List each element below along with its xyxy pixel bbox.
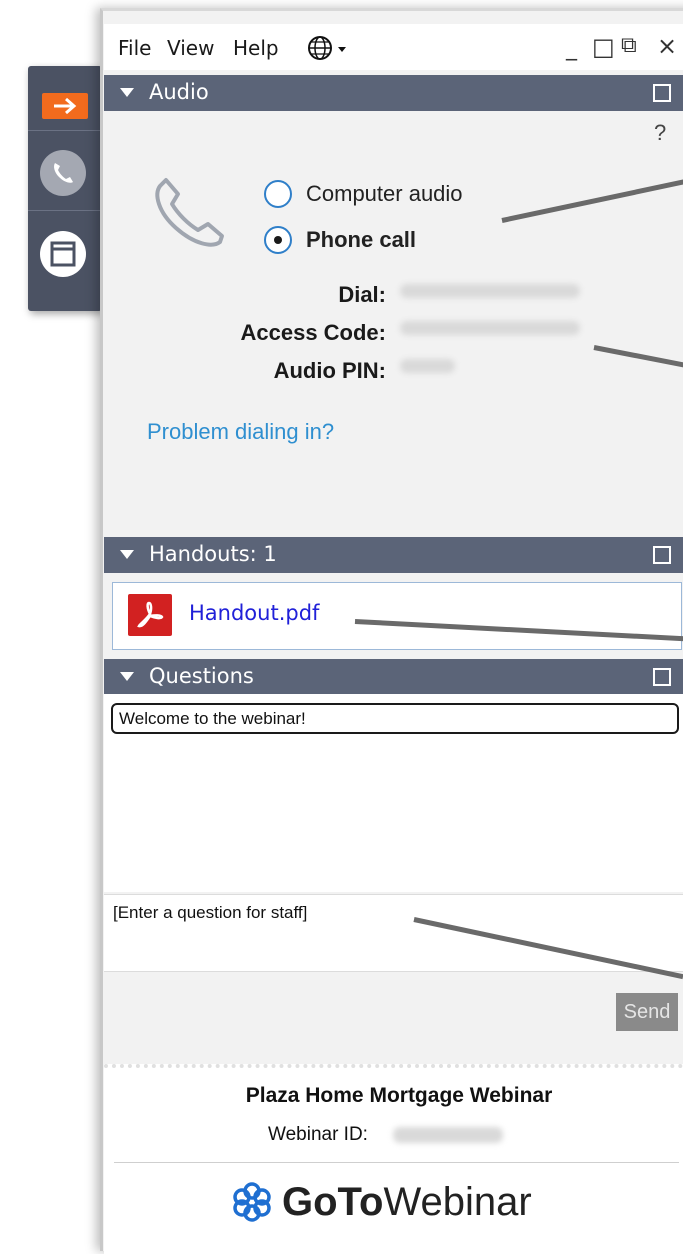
dial-label: Dial:: [338, 282, 386, 307]
audio-pin-redacted: [400, 359, 455, 373]
handout-file-link[interactable]: Handout.pdf: [189, 601, 319, 625]
collapse-triangle-icon: [120, 88, 134, 97]
computer-audio-label: Computer audio: [306, 181, 463, 206]
questions-section-title: Questions: [149, 664, 254, 688]
audio-pin-label: Audio PIN:: [273, 358, 386, 383]
problem-dialing-link[interactable]: Problem dialing in?: [147, 419, 334, 445]
language-dropdown[interactable]: [306, 34, 356, 67]
help-button[interactable]: ?: [654, 120, 666, 146]
brand-webinar: Webinar: [383, 1180, 532, 1224]
handouts-section-title: Handouts: 1: [149, 542, 277, 566]
phone-illustration: [150, 172, 230, 255]
webinar-id-label: Webinar ID:: [268, 1124, 368, 1145]
collapse-arrow-button[interactable]: [42, 93, 88, 119]
close-button[interactable]: ×: [657, 32, 677, 60]
webinar-title: Plaza Home Mortgage Webinar: [245, 1084, 553, 1107]
audio-section-title: Audio: [149, 80, 209, 104]
menu-view[interactable]: View: [167, 36, 214, 60]
window-icon: [50, 241, 76, 267]
phone-call-label: Phone call: [306, 227, 417, 252]
pdf-icon: [128, 594, 172, 636]
popout-icon[interactable]: [653, 668, 671, 686]
computer-audio-radio[interactable]: [264, 180, 292, 208]
gotowebinar-logo-mark: [230, 1180, 274, 1229]
questions-section-header[interactable]: Questions: [104, 659, 683, 695]
audio-toolbar-button[interactable]: [40, 150, 86, 196]
access-code-label: Access Code:: [240, 320, 386, 345]
handouts-section-header[interactable]: Handouts: 1: [104, 537, 683, 573]
phone-icon: [54, 163, 73, 183]
toolbar-divider: [28, 210, 102, 211]
collapse-triangle-icon: [120, 672, 134, 681]
phone-call-radio[interactable]: [264, 226, 292, 254]
menu-file[interactable]: File: [118, 36, 151, 60]
access-code-redacted: [400, 321, 580, 335]
arrow-right-icon: [54, 97, 77, 115]
question-input-placeholder: [Enter a question for staff]: [113, 903, 308, 922]
popout-icon[interactable]: [653, 546, 671, 564]
flower-logo-icon: [233, 1182, 271, 1222]
maximize-button[interactable]: □: [592, 33, 615, 61]
acrobat-icon: [137, 601, 164, 628]
phone-outline-icon: [155, 178, 224, 247]
audio-section-header[interactable]: Audio: [104, 75, 683, 111]
popout-button[interactable]: ⧉: [621, 33, 637, 58]
brand-goto: GoTo: [282, 1180, 384, 1224]
menu-help[interactable]: Help: [233, 36, 279, 60]
question-message: Welcome to the webinar!: [111, 703, 679, 734]
send-button[interactable]: Send: [616, 993, 678, 1031]
footer-divider: [114, 1162, 679, 1163]
popout-icon[interactable]: [653, 84, 671, 102]
webinar-id-redacted: [393, 1127, 503, 1143]
dial-number-redacted: [400, 284, 580, 298]
radio-selected-dot: [274, 236, 282, 244]
collapse-triangle-icon: [120, 550, 134, 559]
globe-icon: [308, 36, 346, 60]
gotowebinar-logo-text: GoToWebinar: [282, 1178, 532, 1226]
minimize-button[interactable]: _: [566, 36, 577, 61]
window-toolbar-button[interactable]: [40, 231, 86, 277]
toolbar-divider: [28, 130, 102, 131]
